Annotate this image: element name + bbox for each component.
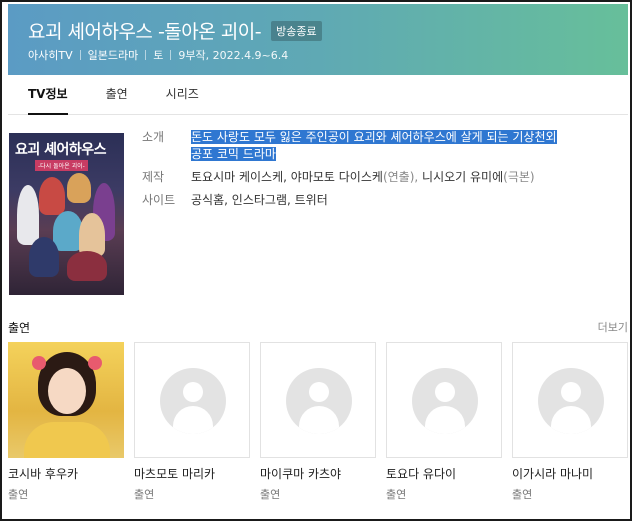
writer-role: (극본) [503, 170, 535, 184]
production-value: 토요시마 케이스케, 야마모토 다이스케(연출), 니시오기 유미에(극본) [191, 169, 622, 186]
comma: , [283, 170, 287, 184]
program-info: 소개 돈도 사랑도 모두 잃은 주인공이 요괴와 셰어하우스에 살게 되는 기상… [142, 129, 622, 215]
poster-title: 요괴 셰어하우스 [15, 142, 107, 158]
instagram-link[interactable]: 인스타그램 [232, 193, 287, 207]
photo-face [48, 368, 86, 414]
status-badge: 방송종료 [271, 20, 322, 41]
actor-role: 출연 [8, 488, 29, 501]
cast-list: 코시바 후우카 출연 마츠모토 마리카 출연 마이쿠마 카츠야 출연 토요다 유… [8, 342, 628, 502]
meta-divider [79, 50, 81, 60]
person-placeholder-icon [160, 368, 226, 434]
actor-name[interactable]: 마츠모토 마리카 [134, 465, 250, 482]
actor-name[interactable]: 코시바 후우카 [8, 465, 124, 482]
actor-name[interactable]: 이가시라 마나미 [512, 465, 628, 482]
meta-divider [170, 50, 172, 60]
poster-figure [67, 173, 91, 203]
actor-name[interactable]: 마이쿠마 카츠야 [260, 465, 376, 482]
tab-bar: TV정보 출연 시리즈 [8, 75, 628, 115]
info-row-intro: 소개 돈도 사랑도 모두 잃은 주인공이 요괴와 셰어하우스에 살게 되는 기상… [142, 129, 622, 163]
actor-photo-placeholder[interactable] [512, 342, 628, 458]
cast-section-title: 출연 [8, 321, 31, 335]
program-header: 요괴 셰어하우스 -돌아온 괴이- 방송종료 아사히TV 일본드라마 토 9부작… [8, 4, 628, 75]
episodes-dates: 9부작, 2022.4.9~6.4 [178, 49, 289, 62]
poster-figure [39, 177, 65, 215]
poster-figure [29, 237, 59, 277]
director-link[interactable]: 야마모토 다이스케 [291, 170, 383, 184]
intro-line-2: 공포 코믹 드라마 [191, 147, 276, 161]
intro-text: 돈도 사랑도 모두 잃은 주인공이 요괴와 셰어하우스에 살게 되는 기상천외 … [191, 129, 622, 163]
actor-role: 출연 [260, 488, 281, 501]
cast-card[interactable]: 코시바 후우카 출연 [8, 342, 124, 502]
person-placeholder-icon [286, 368, 352, 434]
program-title: 요괴 셰어하우스 -돌아온 괴이- [28, 21, 262, 43]
air-day: 토 [153, 49, 164, 62]
channel-link[interactable]: 아사히TV [28, 47, 73, 63]
actor-role: 출연 [512, 488, 533, 501]
person-placeholder-icon [538, 368, 604, 434]
cast-card[interactable]: 마이쿠마 카츠야 출연 [260, 342, 376, 502]
director-role: (연출), [382, 170, 419, 184]
production-label: 제작 [142, 170, 165, 184]
poster-image[interactable]: 요괴 셰어하우스 -다시 돌아온 괴이- [9, 133, 124, 295]
writer-link[interactable]: 니시오기 유미에 [422, 170, 503, 184]
window-frame: 요괴 셰어하우스 -돌아온 괴이- 방송종료 아사히TV 일본드라마 토 9부작… [0, 0, 632, 521]
program-meta: 아사히TV 일본드라마 토 9부작, 2022.4.9~6.4 [28, 47, 288, 63]
site-value: 공식홈, 인스타그램, 트위터 [191, 192, 622, 209]
cast-card[interactable]: 토요다 유다이 출연 [386, 342, 502, 502]
actor-name[interactable]: 토요다 유다이 [386, 465, 502, 482]
cast-card[interactable]: 이가시라 마나미 출연 [512, 342, 628, 502]
photo-hair-ornament [32, 356, 46, 370]
poster-subtitle: -다시 돌아온 괴이- [35, 160, 88, 171]
info-row-site: 사이트 공식홈, 인스타그램, 트위터 [142, 192, 622, 209]
photo-kimono [24, 422, 110, 458]
title-row: 요괴 셰어하우스 -돌아온 괴이- 방송종료 [28, 17, 322, 44]
producer-link[interactable]: 토요시마 케이스케 [191, 170, 283, 184]
meta-divider [145, 50, 147, 60]
cast-more-link[interactable]: 더보기 [598, 319, 628, 336]
comma: , [286, 193, 291, 207]
poster-figure [17, 185, 39, 245]
tab-cast[interactable]: 출연 [87, 75, 147, 114]
person-placeholder-icon [412, 368, 478, 434]
twitter-link[interactable]: 트위터 [295, 193, 328, 207]
actor-photo[interactable] [8, 342, 124, 458]
official-site-link[interactable]: 공식홈 [191, 193, 224, 207]
actor-role: 출연 [134, 488, 155, 501]
intro-label: 소개 [142, 130, 165, 144]
actor-photo-placeholder[interactable] [386, 342, 502, 458]
actor-photo-placeholder[interactable] [260, 342, 376, 458]
actor-photo-placeholder[interactable] [134, 342, 250, 458]
tab-series[interactable]: 시리즈 [147, 75, 218, 114]
intro-line-1: 돈도 사랑도 모두 잃은 주인공이 요괴와 셰어하우스에 살게 되는 기상천외 [191, 130, 557, 144]
tab-tv-info[interactable]: TV정보 [8, 75, 87, 115]
comma: , [224, 193, 228, 207]
cast-card[interactable]: 마츠모토 마리카 출연 [134, 342, 250, 502]
poster-figure [67, 251, 107, 281]
site-label: 사이트 [142, 193, 176, 207]
cast-header: 출연 더보기 [8, 319, 628, 336]
actor-role: 출연 [386, 488, 407, 501]
info-row-production: 제작 토요시마 케이스케, 야마모토 다이스케(연출), 니시오기 유미에(극본… [142, 169, 622, 186]
photo-hair-ornament [88, 356, 102, 370]
genre-link[interactable]: 일본드라마 [88, 47, 139, 63]
